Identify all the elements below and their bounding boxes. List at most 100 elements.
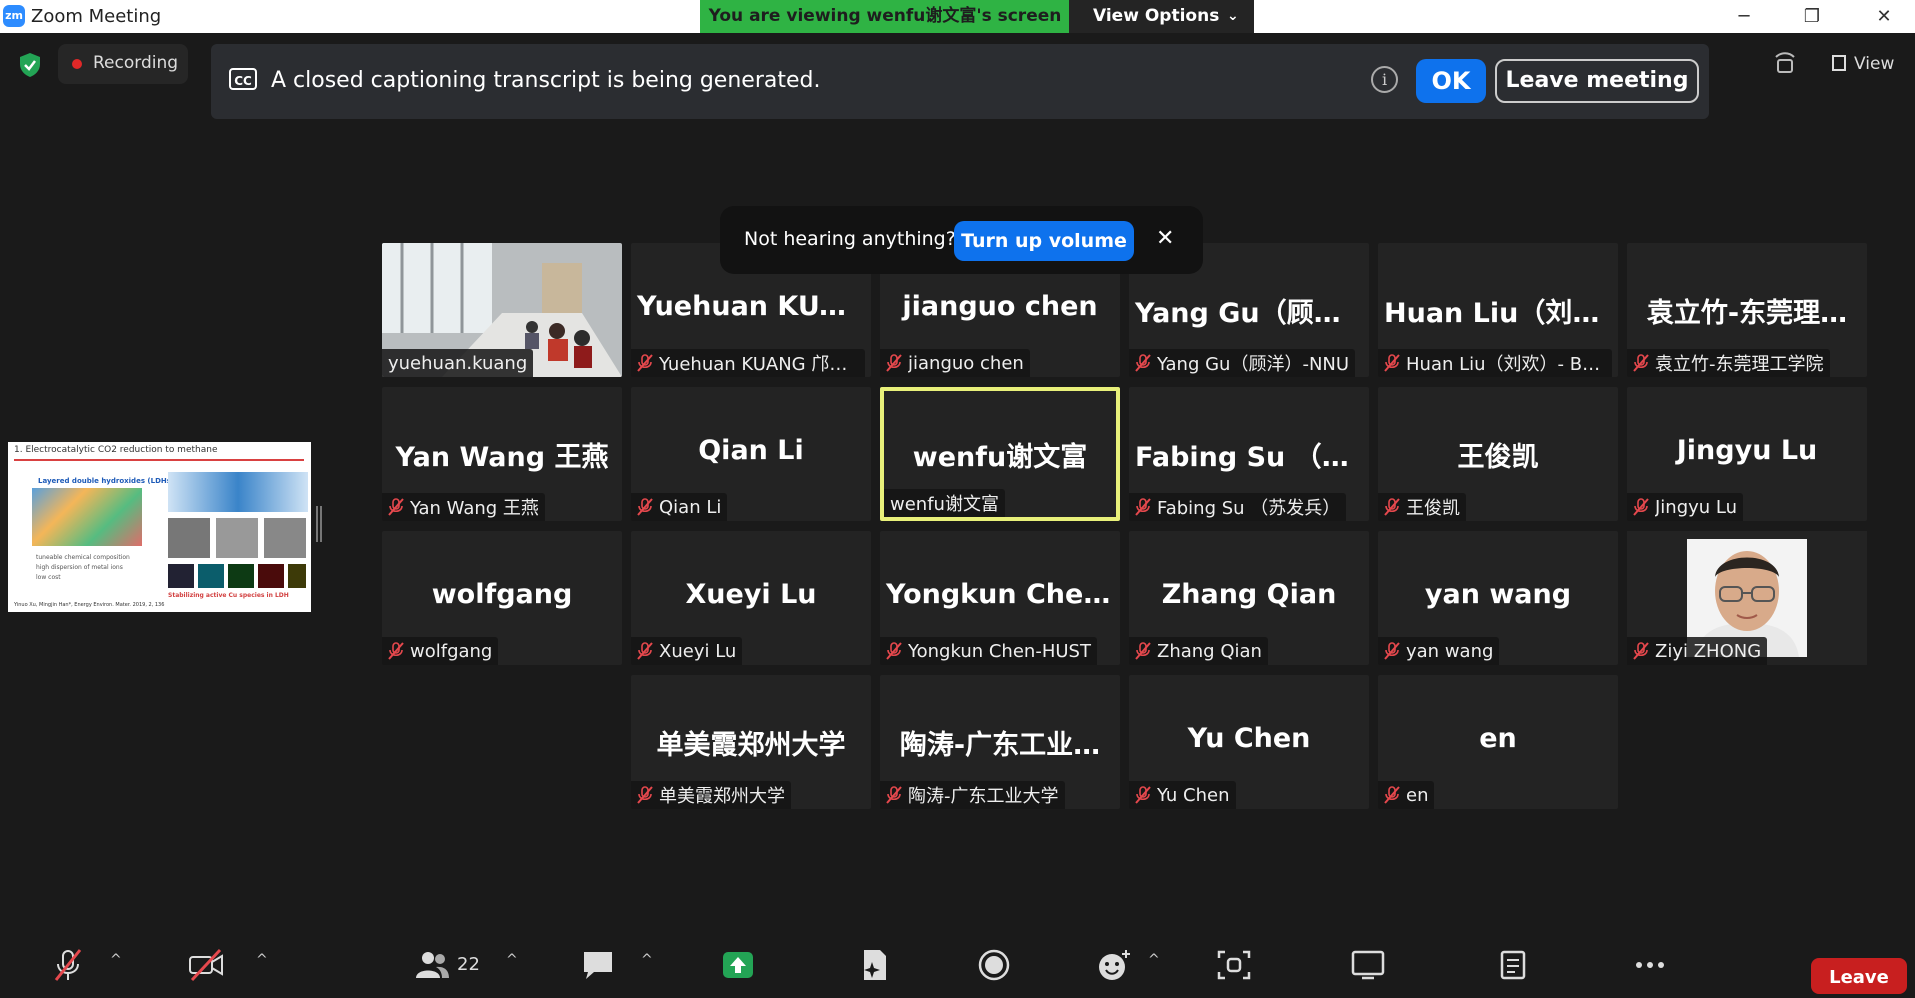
slide-bullet: high dispersion of metal ions	[36, 564, 123, 571]
whiteboard-icon[interactable]	[1350, 948, 1386, 982]
muted-microphone-icon	[637, 354, 653, 372]
participant-name-label: Yuehuan KUANG 邝悦…	[631, 349, 865, 377]
participant-name-label: Zhang Qian	[1129, 637, 1268, 665]
participant-tile[interactable]: yuehuan.kuang	[382, 243, 622, 377]
muted-microphone-icon	[1633, 642, 1649, 660]
participant-tile[interactable]: 陶涛-广东工业… 陶涛-广东工业大学	[880, 675, 1120, 809]
participants-options-chevron[interactable]: ^	[506, 952, 518, 968]
muted-microphone-icon	[388, 498, 404, 516]
muted-microphone-icon	[1384, 642, 1400, 660]
participant-tile[interactable]: 单美霞郑州大学 单美霞郑州大学	[631, 675, 871, 809]
participant-tile[interactable]: Yongkun Chen-… Yongkun Chen-HUST	[880, 531, 1120, 665]
restore-button[interactable]: ❐	[1792, 4, 1832, 30]
muted-microphone-icon	[886, 354, 902, 372]
participant-tile[interactable]: 王俊凯 王俊凯	[1378, 387, 1618, 521]
chat-options-chevron[interactable]: ^	[641, 952, 653, 968]
slide-mapping-image	[198, 564, 224, 588]
muted-microphone-icon	[388, 642, 404, 660]
slide-ldh-structure-image	[32, 488, 142, 546]
recording-indicator[interactable]: Recording	[58, 44, 188, 84]
view-button[interactable]: View	[1822, 46, 1898, 82]
participant-tile[interactable]: Qian Li Qian Li	[631, 387, 871, 521]
muted-microphone-icon	[1633, 498, 1649, 516]
slide-citation: Yinuo Xu, Mingjin Han*, Energy Environ. …	[14, 602, 165, 608]
closed-caption-icon: CC	[229, 68, 257, 90]
participant-name-text: yuehuan.kuang	[388, 352, 528, 374]
muted-microphone-icon	[1135, 354, 1151, 372]
participant-tile[interactable]: Yan Wang 王燕 Yan Wang 王燕	[382, 387, 622, 521]
mute-microphone-icon[interactable]	[50, 948, 86, 982]
participant-display-name: 单美霞郑州大学	[656, 730, 846, 761]
leave-button[interactable]: Leave	[1811, 958, 1907, 994]
video-options-chevron[interactable]: ^	[256, 952, 268, 968]
participant-name-label: jianguo chen	[880, 349, 1030, 377]
participant-tile[interactable]: yan wang yan wang	[1378, 531, 1618, 665]
participant-name-text: wolfgang	[410, 640, 493, 662]
notes-icon[interactable]	[1496, 948, 1532, 982]
participant-display-name: 袁立竹-东莞理…	[1646, 298, 1848, 329]
muted-microphone-icon	[886, 642, 902, 660]
muted-microphone-icon	[637, 498, 653, 516]
share-screen-icon[interactable]	[720, 948, 756, 982]
info-icon[interactable]: i	[1371, 66, 1398, 93]
summary-ai-icon[interactable]	[856, 948, 892, 982]
view-options-button[interactable]: View Options ⌄	[1069, 0, 1254, 33]
shared-screen-thumbnail[interactable]: 1. Electrocatalytic CO2 reduction to met…	[8, 442, 311, 612]
participant-tile[interactable]: Fabing Su （苏… Fabing Su （苏发兵）	[1129, 387, 1369, 521]
participant-name-text: Yuehuan KUANG 邝悦…	[659, 354, 865, 375]
participant-tile[interactable]: 袁立竹-东莞理… 袁立竹-东莞理工学院	[1627, 243, 1867, 377]
participant-name-label: en	[1378, 781, 1435, 809]
participant-name-text: Huan Liu（刘欢）- BU…	[1406, 354, 1612, 375]
encryption-shield-icon[interactable]	[18, 52, 42, 78]
participant-name-text: yan wang	[1406, 640, 1494, 662]
participant-name-text: 单美霞郑州大学	[659, 786, 785, 807]
participant-name-label: Huan Liu（刘欢）- BU…	[1378, 349, 1612, 377]
split-view-resize-handle[interactable]	[316, 506, 322, 542]
participant-name-label: Yan Wang 王燕	[382, 493, 545, 521]
participant-tile-active-speaker[interactable]: wenfu谢文富 wenfu谢文富	[880, 387, 1120, 521]
participant-tile[interactable]: Yu Chen Yu Chen	[1129, 675, 1369, 809]
stop-video-icon[interactable]	[188, 948, 224, 982]
participant-tile[interactable]: Zhang Qian Zhang Qian	[1129, 531, 1369, 665]
view-button-label: View	[1854, 54, 1895, 74]
ok-button[interactable]: OK	[1416, 59, 1486, 103]
muted-microphone-icon	[1135, 642, 1151, 660]
reactions-icon[interactable]	[1096, 948, 1132, 982]
participant-display-name: 王俊凯	[1457, 442, 1539, 473]
participant-name-label: Xueyi Lu	[631, 637, 743, 665]
record-icon[interactable]	[976, 948, 1012, 982]
more-options-icon[interactable]	[1632, 948, 1668, 982]
participant-name-text: Jingyu Lu	[1655, 496, 1738, 518]
audio-options-chevron[interactable]: ^	[110, 952, 122, 968]
muted-microphone-icon	[886, 786, 902, 804]
participant-name-label: yan wang	[1378, 637, 1500, 665]
reactions-options-chevron[interactable]: ^	[1148, 952, 1160, 968]
slide-title: 1. Electrocatalytic CO2 reduction to met…	[14, 445, 218, 455]
participant-tile[interactable]: en en	[1378, 675, 1618, 809]
participant-display-name: Huan Liu（刘欢…	[1384, 298, 1618, 329]
closed-caption-message: A closed captioning transcript is being …	[271, 68, 821, 93]
participant-tile[interactable]: Ziyi ZHONG	[1627, 531, 1867, 665]
participant-tile[interactable]: Jingyu Lu Jingyu Lu	[1627, 387, 1867, 521]
close-window-button[interactable]: ✕	[1864, 4, 1904, 30]
participant-name-text: Yongkun Chen-HUST	[908, 640, 1091, 662]
chat-icon[interactable]	[580, 948, 616, 982]
participant-name-label: 陶涛-广东工业大学	[880, 781, 1065, 809]
participant-tile[interactable]: wolfgang wolfgang	[382, 531, 622, 665]
close-icon[interactable]: ✕	[1156, 226, 1174, 251]
minimize-button[interactable]: ─	[1724, 4, 1764, 30]
participant-display-name: Yongkun Chen-…	[886, 579, 1120, 610]
participant-name-label: Yu Chen	[1129, 781, 1236, 809]
slide-tem-image	[168, 518, 210, 558]
participant-tile[interactable]: Huan Liu（刘欢… Huan Liu（刘欢）- BU…	[1378, 243, 1618, 377]
immersive-view-icon[interactable]	[1774, 50, 1796, 76]
participant-tile[interactable]: Xueyi Lu Xueyi Lu	[631, 531, 871, 665]
apps-icon[interactable]	[1216, 948, 1252, 982]
turn-up-volume-button[interactable]: Turn up volume	[954, 221, 1134, 261]
participants-icon[interactable]	[414, 948, 450, 982]
participant-name-label: wolfgang	[382, 637, 499, 665]
window-title-bar: zm Zoom Meeting You are viewing wenfu谢文富…	[0, 0, 1915, 33]
recording-label: Recording	[93, 53, 179, 73]
leave-meeting-button[interactable]: Leave meeting	[1495, 59, 1699, 103]
participant-display-name: Qian Li	[698, 435, 804, 466]
